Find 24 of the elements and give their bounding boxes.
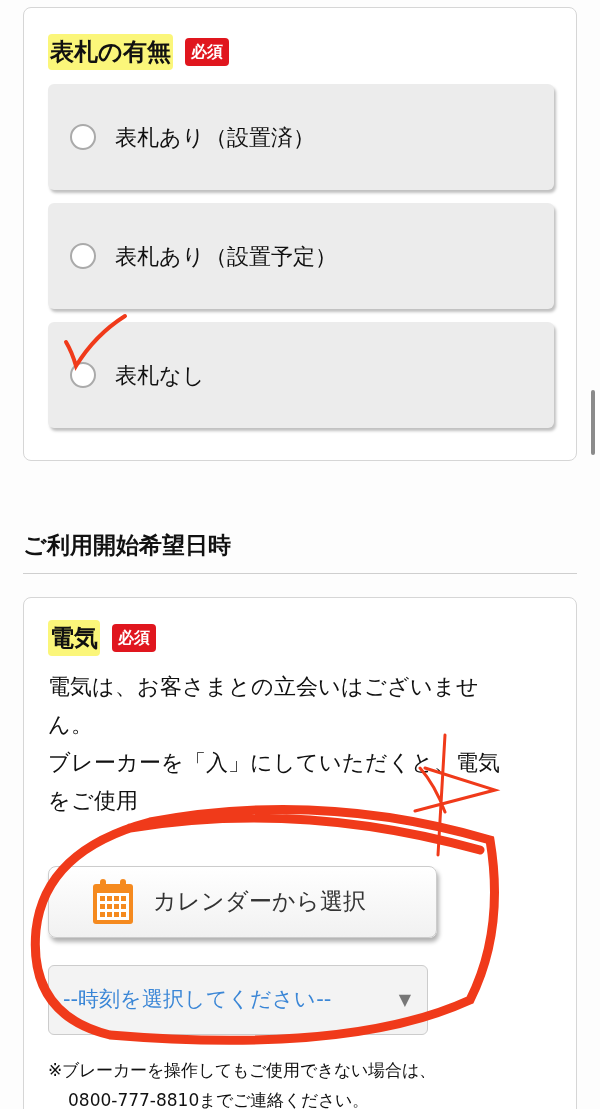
description-text: をご使用 <box>48 786 138 815</box>
radio-option[interactable]: 表札あり（設置予定） <box>48 203 554 309</box>
radio-button[interactable] <box>70 124 96 150</box>
radio-option[interactable]: 表札なし <box>48 322 554 428</box>
description-text: 電気は、お客さまとの立会いはございませ <box>48 672 479 701</box>
field-title: 表札の有無 <box>48 34 173 70</box>
required-badge: 必須 <box>112 623 156 652</box>
option-label: 表札あり（設置済） <box>115 123 315 152</box>
calendar-button[interactable]: カレンダーから選択 <box>48 865 437 938</box>
scrollbar <box>591 390 595 455</box>
calendar-icon <box>91 877 135 926</box>
radio-option[interactable]: 表札あり（設置済） <box>48 84 554 190</box>
option-label: 表札なし <box>115 361 205 390</box>
note-text: 0800-777-8810までご連絡ください。 <box>67 1088 370 1109</box>
option-label: 表札あり（設置予定） <box>115 242 337 271</box>
note-text: ※ブレーカーを操作してもご使用できない場合は、 <box>48 1058 437 1082</box>
time-select[interactable]: --時刻を選択してください-- ▼ <box>48 964 428 1035</box>
description-text: ん。 <box>48 710 93 739</box>
section-heading: ご利用開始希望日時 <box>23 531 232 560</box>
radio-button[interactable] <box>70 243 96 269</box>
dropdown-icon: ▼ <box>398 987 411 1012</box>
required-badge: 必須 <box>185 38 229 66</box>
radio-button[interactable] <box>70 362 96 388</box>
field-title: 電気 <box>48 619 100 656</box>
